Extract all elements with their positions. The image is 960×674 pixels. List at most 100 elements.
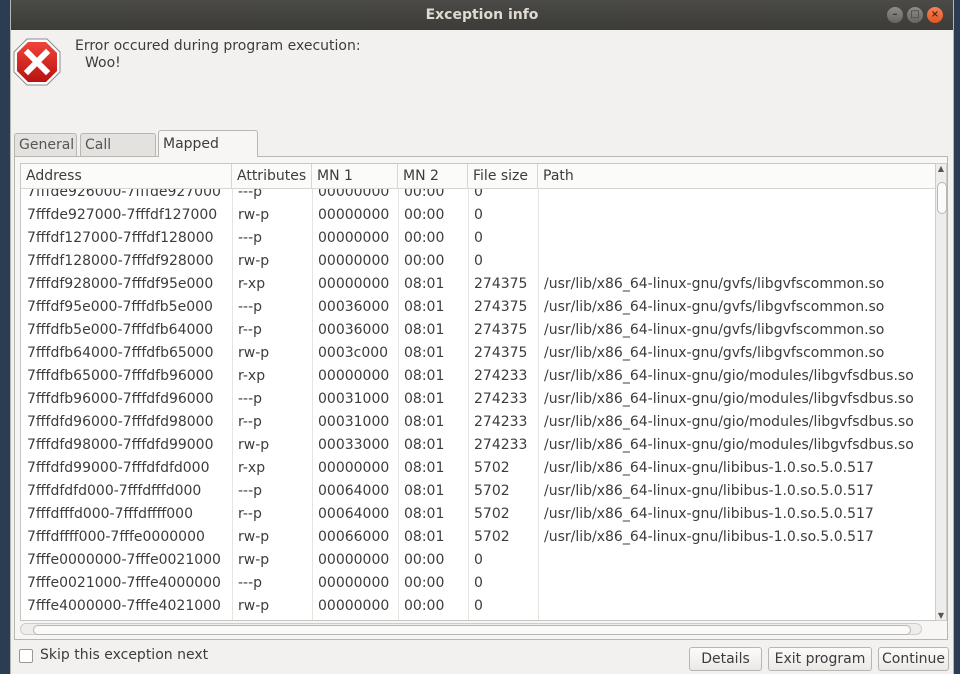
cell-path: [538, 204, 935, 227]
cell-mn1: 00031000: [318, 391, 390, 407]
window-controls: – □ ×: [887, 7, 943, 23]
minimize-icon[interactable]: –: [887, 7, 903, 23]
cell-path: /usr/lib/x86_64-linux-gnu/gvfs/libgvfsco…: [544, 276, 885, 292]
cell-mn1: 00000000: [318, 368, 390, 384]
table-row[interactable]: 7fffdfd96000-7fffdfd98000 r--p 00031000 08:…: [21, 411, 935, 434]
cell-file-size: 274233: [474, 437, 528, 453]
cell-attributes: rw-p: [238, 437, 270, 453]
cell-address: 7fffdfd98000-7fffdfd99000: [27, 437, 214, 453]
mapped-files-table[interactable]: Address Attributes MN 1 MN 2 File size P…: [20, 163, 936, 621]
cell-attributes: ---p: [238, 230, 263, 246]
cell-attributes: r-xp: [238, 368, 266, 384]
cell-path: /usr/lib/x86_64-linux-gnu/gio/modules/li…: [544, 414, 914, 430]
cell-file-size: 5702: [474, 529, 510, 545]
column-divider: [538, 188, 539, 620]
table-row[interactable]: 7fffe0000000-7fffe0021000 rw-p 00000000 00:…: [21, 549, 935, 572]
table-row[interactable]: 7fffdfd98000-7fffdfd99000 rw-p 00033000 08:…: [21, 434, 935, 457]
cell-path: /usr/lib/x86_64-linux-gnu/libibus-1.0.so…: [544, 529, 874, 545]
cell-mn1: 00031000: [318, 414, 390, 430]
tab-mapped-files[interactable]: Mapped Files: [158, 130, 258, 179]
table-row[interactable]: 7fffdfd99000-7fffdfdfd000 r-xp 00000000 08:…: [21, 457, 935, 480]
cell-mn2: 08:01: [404, 276, 445, 292]
column-header-mn1[interactable]: MN 1: [312, 164, 398, 188]
cell-attributes: rw-p: [238, 598, 270, 614]
cell-attributes: r-xp: [238, 276, 266, 292]
cell-address: 7fffde927000-7fffdf127000: [27, 207, 218, 223]
table-row[interactable]: 7fffde927000-7fffdf127000 rw-p 00000000 00:…: [21, 204, 935, 227]
cell-mn2: 08:01: [404, 437, 445, 453]
error-detail: Woo!: [85, 55, 121, 71]
table-row[interactable]: 7fffdfb65000-7fffdfb96000 r-xp 00000000 08:…: [21, 365, 935, 388]
cell-address: 7fffdfb65000-7fffdfb96000: [27, 368, 214, 384]
column-header-file-size[interactable]: File size: [468, 164, 538, 188]
cell-file-size: 274233: [474, 368, 528, 384]
cell-mn1: 00064000: [318, 506, 390, 522]
cell-path: /usr/lib/x86_64-linux-gnu/gvfs/libgvfsco…: [544, 322, 885, 338]
cell-mn2: 08:01: [404, 529, 445, 545]
table-row[interactable]: 7fffe0021000-7fffe4000000 ---p 00000000 00:…: [21, 572, 935, 595]
cell-address: 7fffdfb5e000-7fffdfb64000: [27, 322, 214, 338]
details-button[interactable]: Details: [689, 647, 762, 671]
tab-general[interactable]: General: [14, 133, 77, 156]
cell-mn2: 08:01: [404, 414, 445, 430]
column-header-path[interactable]: Path: [538, 164, 935, 188]
cell-path: /usr/lib/x86_64-linux-gnu/gio/modules/li…: [544, 391, 914, 407]
table-row[interactable]: 7fffdfb5e000-7fffdfb64000 r--p 00036000 08:…: [21, 319, 935, 342]
table-row[interactable]: 7fffdfb96000-7fffdfd96000 ---p 00031000 08:…: [21, 388, 935, 411]
cell-attributes: r--p: [238, 414, 262, 430]
cell-address: 7fffdffff000-7fffe0000000: [27, 529, 205, 545]
cell-path: /usr/lib/x86_64-linux-gnu/gvfs/libgvfsco…: [544, 299, 885, 315]
skip-exception-checkbox[interactable]: [19, 649, 33, 663]
cell-mn2: 08:01: [404, 483, 445, 499]
table-row[interactable]: 7fffdfffd000-7fffdffff000 r--p 00064000 08:…: [21, 503, 935, 526]
exception-dialog: Exception info – □ × Error occured durin…: [10, 0, 954, 674]
cell-path: [538, 227, 935, 250]
close-icon[interactable]: ×: [927, 7, 943, 23]
cell-path: [538, 250, 935, 273]
cell-address: 7fffdfd96000-7fffdfd98000: [27, 414, 214, 430]
column-header-address[interactable]: Address: [21, 164, 232, 188]
cell-mn2: 00:00: [404, 575, 445, 591]
cell-mn2: 08:01: [404, 368, 445, 384]
vertical-scroll-thumb[interactable]: [937, 182, 947, 214]
cell-file-size: 274375: [474, 345, 528, 361]
cell-mn2: 00:00: [404, 552, 445, 568]
cell-address: 7fffe0021000-7fffe4000000: [27, 575, 221, 591]
exit-program-button[interactable]: Exit program: [768, 647, 872, 671]
cell-mn2: 00:00: [404, 598, 445, 614]
cell-file-size: 274375: [474, 276, 528, 292]
table-row[interactable]: 7fffdffff000-7fffe0000000 rw-p 00066000 08:…: [21, 526, 935, 549]
maximize-icon[interactable]: □: [907, 7, 923, 23]
table-row[interactable]: 7fffdf127000-7fffdf128000 ---p 00000000 00:…: [21, 227, 935, 250]
table-row[interactable]: 7fffdfdfd000-7fffdfffd000 ---p 00064000 08:…: [21, 480, 935, 503]
skip-exception-label[interactable]: Skip this exception next: [40, 647, 208, 663]
cell-address: 7fffdfffd000-7fffdffff000: [27, 506, 193, 522]
cell-address: 7fffdf95e000-7fffdfb5e000: [27, 299, 213, 315]
table-row[interactable]: 7fffdf928000-7fffdf95e000 r-xp 00000000 08:…: [21, 273, 935, 296]
vertical-scrollbar[interactable]: ▲ ▼: [935, 163, 947, 621]
scroll-down-icon[interactable]: ▼: [936, 611, 946, 620]
cell-mn1: 00000000: [318, 575, 390, 591]
table-row[interactable]: 7fffe4000000-7fffe4021000 rw-p 00000000 00:…: [21, 595, 935, 618]
column-divider: [468, 188, 469, 620]
column-header-attributes[interactable]: Attributes: [232, 164, 312, 188]
tab-call-stack[interactable]: Call stack: [80, 133, 156, 176]
horizontal-scroll-thumb[interactable]: [33, 625, 911, 635]
continue-button[interactable]: Continue: [878, 647, 949, 671]
cell-attributes: rw-p: [238, 253, 270, 269]
horizontal-scrollbar[interactable]: [20, 623, 922, 635]
table-row[interactable]: 7fffdf128000-7fffdf928000 rw-p 00000000 00:…: [21, 250, 935, 273]
column-header-mn2[interactable]: MN 2: [398, 164, 468, 188]
cell-attributes: rw-p: [238, 345, 270, 361]
cell-file-size: 0: [474, 253, 483, 269]
cell-mn1: 00000000: [318, 276, 390, 292]
scroll-up-icon[interactable]: ▲: [936, 164, 946, 173]
cell-mn2: 08:01: [404, 506, 445, 522]
cell-attributes: r-xp: [238, 460, 266, 476]
cell-address: 7fffdf127000-7fffdf128000: [27, 230, 214, 246]
table-row[interactable]: 7fffdf95e000-7fffdfb5e000 ---p 00036000 08:…: [21, 296, 935, 319]
cell-path: /usr/lib/x86_64-linux-gnu/libibus-1.0.so…: [544, 483, 874, 499]
column-divider: [232, 188, 233, 620]
table-row[interactable]: 7fffdfb64000-7fffdfb65000 rw-p 0003c000 08:…: [21, 342, 935, 365]
cell-file-size: 274233: [474, 414, 528, 430]
